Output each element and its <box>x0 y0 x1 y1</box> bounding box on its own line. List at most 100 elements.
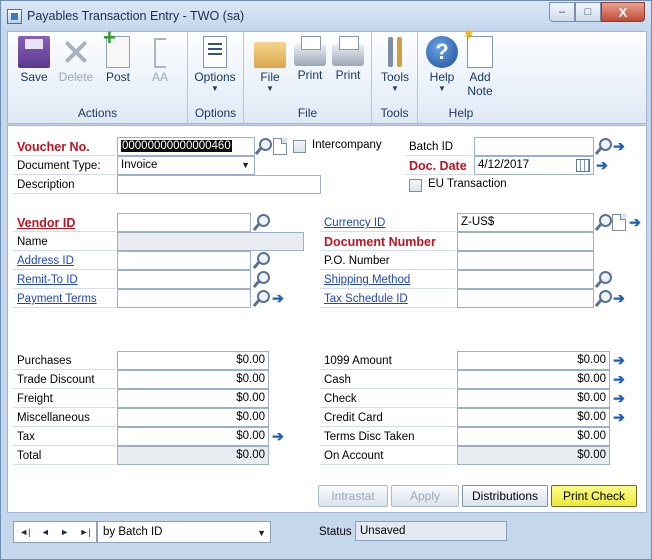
description-input[interactable] <box>117 175 321 194</box>
amount-1099-arrow-icon[interactable]: ➔ <box>611 351 627 369</box>
title-bar: Payables Transaction Entry - TWO (sa) – … <box>1 1 651 31</box>
miscellaneous-label: Miscellaneous <box>13 409 116 427</box>
credit-card-arrow-icon[interactable]: ➔ <box>611 408 627 426</box>
tax-schedule-label[interactable]: Tax Schedule ID <box>320 290 456 308</box>
remit-lookup-icon[interactable] <box>252 270 270 288</box>
po-number-label: P.O. Number <box>320 252 456 270</box>
cash-input[interactable]: $0.00 <box>457 370 610 389</box>
check-input[interactable]: $0.00 <box>457 389 610 408</box>
total-field: $0.00 <box>117 446 269 465</box>
vendor-lookup-icon[interactable] <box>252 213 270 231</box>
last-record-icon[interactable]: ►| <box>80 527 91 537</box>
help-icon: ? <box>426 36 458 68</box>
po-number-input[interactable] <box>457 251 594 270</box>
vendor-id-input[interactable] <box>117 213 251 232</box>
vendor-name-field <box>117 232 304 251</box>
file-dropdown-icon: ▼ <box>266 84 274 93</box>
next-record-icon[interactable]: ► <box>60 527 69 537</box>
miscellaneous-input[interactable]: $0.00 <box>117 408 269 427</box>
distributions-button[interactable]: Distributions <box>462 485 548 507</box>
group-label-actions: Actions <box>77 106 118 120</box>
add-note-icon <box>462 29 493 68</box>
terms-disc-input[interactable]: $0.00 <box>457 427 610 446</box>
doc-date-arrow-icon[interactable]: ➔ <box>594 156 610 174</box>
add-note-button[interactable]: Add Note <box>458 29 502 98</box>
trade-discount-input[interactable]: $0.00 <box>117 370 269 389</box>
currency-lookup-icon[interactable] <box>594 213 612 231</box>
freight-input[interactable]: $0.00 <box>117 389 269 408</box>
currency-id-label[interactable]: Currency ID <box>320 214 456 232</box>
maximize-button[interactable]: □ <box>575 2 601 22</box>
save-button[interactable]: Save <box>12 36 56 84</box>
post-button[interactable]: Post <box>96 31 140 84</box>
close-button[interactable]: X <box>601 2 645 22</box>
amount-1099-input[interactable]: $0.00 <box>457 351 610 370</box>
remit-to-label[interactable]: Remit-To ID <box>13 271 116 289</box>
sort-order-select[interactable]: by Batch ID ▼ <box>97 521 271 543</box>
doc-type-dropdown-icon: ▼ <box>241 160 250 170</box>
tools-button[interactable]: Tools ▼ <box>373 36 417 94</box>
payment-terms-label[interactable]: Payment Terms <box>13 290 116 308</box>
record-navigator: ◄| ◄ ► ►| <box>13 521 97 543</box>
batch-id-label: Batch ID <box>405 138 473 156</box>
group-label-options: Options <box>194 106 237 120</box>
file-button[interactable]: File ▼ <box>248 36 292 94</box>
aa-button[interactable]: AA <box>138 36 182 84</box>
credit-card-label: Credit Card <box>320 409 456 427</box>
address-lookup-icon[interactable] <box>252 251 270 269</box>
purchases-input[interactable]: $0.00 <box>117 351 269 370</box>
options-button[interactable]: Options ▼ <box>193 36 237 94</box>
print-check-button[interactable]: Print Check <box>551 485 637 507</box>
shipping-lookup-icon[interactable] <box>594 270 612 288</box>
batch-id-input[interactable] <box>474 137 594 156</box>
delete-button[interactable]: Delete <box>54 36 98 84</box>
voucher-lookup-icon[interactable] <box>254 137 272 155</box>
credit-card-input[interactable]: $0.00 <box>457 408 610 427</box>
voucher-label: Voucher No. <box>13 138 116 156</box>
address-id-label[interactable]: Address ID <box>13 252 116 270</box>
tax-schedule-input[interactable] <box>457 289 594 308</box>
document-number-input[interactable] <box>457 232 594 251</box>
options-icon <box>203 36 227 68</box>
calendar-icon[interactable] <box>576 159 590 172</box>
intercompany-checkbox[interactable] <box>293 140 306 153</box>
eu-transaction-checkbox[interactable] <box>409 179 422 192</box>
currency-note-icon[interactable] <box>612 214 626 231</box>
remit-to-input[interactable] <box>117 270 251 289</box>
payment-terms-input[interactable] <box>117 289 251 308</box>
ribbon-group-options: Options ▼ Options <box>188 32 244 123</box>
previous-record-icon[interactable]: ◄ <box>41 527 50 537</box>
payment-terms-lookup-icon[interactable] <box>252 289 270 307</box>
minimize-button[interactable]: – <box>549 2 575 22</box>
status-field: Unsaved <box>355 521 507 541</box>
shipping-method-label[interactable]: Shipping Method <box>320 271 456 289</box>
document-number-label: Document Number <box>320 233 456 251</box>
document-type-label: Document Type: <box>13 157 116 175</box>
currency-id-input[interactable]: Z-US$ <box>457 213 594 232</box>
shipping-method-input[interactable] <box>457 270 594 289</box>
status-label: Status <box>319 526 352 538</box>
document-type-select[interactable]: Invoice ▼ <box>117 156 255 175</box>
apply-button[interactable]: Apply <box>391 485 459 507</box>
intrastat-button[interactable]: Intrastat <box>318 485 388 507</box>
tax-input[interactable]: $0.00 <box>117 427 269 446</box>
doc-date-input[interactable]: 4/12/2017 <box>474 156 594 175</box>
footer-bar: ◄| ◄ ► ►| by Batch ID ▼ Status Unsaved <box>7 515 647 555</box>
voucher-input[interactable]: 00000000000000460 <box>117 137 255 156</box>
tax-schedule-lookup-icon[interactable] <box>594 289 612 307</box>
tax-schedule-arrow-icon[interactable]: ➔ <box>611 289 627 307</box>
vendor-id-label[interactable]: Vendor ID <box>13 214 116 232</box>
payment-terms-arrow-icon[interactable]: ➔ <box>270 289 286 307</box>
tax-arrow-icon[interactable]: ➔ <box>270 427 286 445</box>
batch-lookup-icon[interactable] <box>594 137 612 155</box>
print-button[interactable]: Print <box>326 36 370 82</box>
address-id-input[interactable] <box>117 251 251 270</box>
voucher-note-icon[interactable] <box>273 138 287 155</box>
check-arrow-icon[interactable]: ➔ <box>611 389 627 407</box>
delete-icon <box>60 36 92 68</box>
cash-arrow-icon[interactable]: ➔ <box>611 370 627 388</box>
currency-arrow-icon[interactable]: ➔ <box>627 213 643 231</box>
post-icon <box>103 31 130 68</box>
batch-arrow-icon[interactable]: ➔ <box>611 137 627 155</box>
first-record-icon[interactable]: ◄| <box>19 527 30 537</box>
